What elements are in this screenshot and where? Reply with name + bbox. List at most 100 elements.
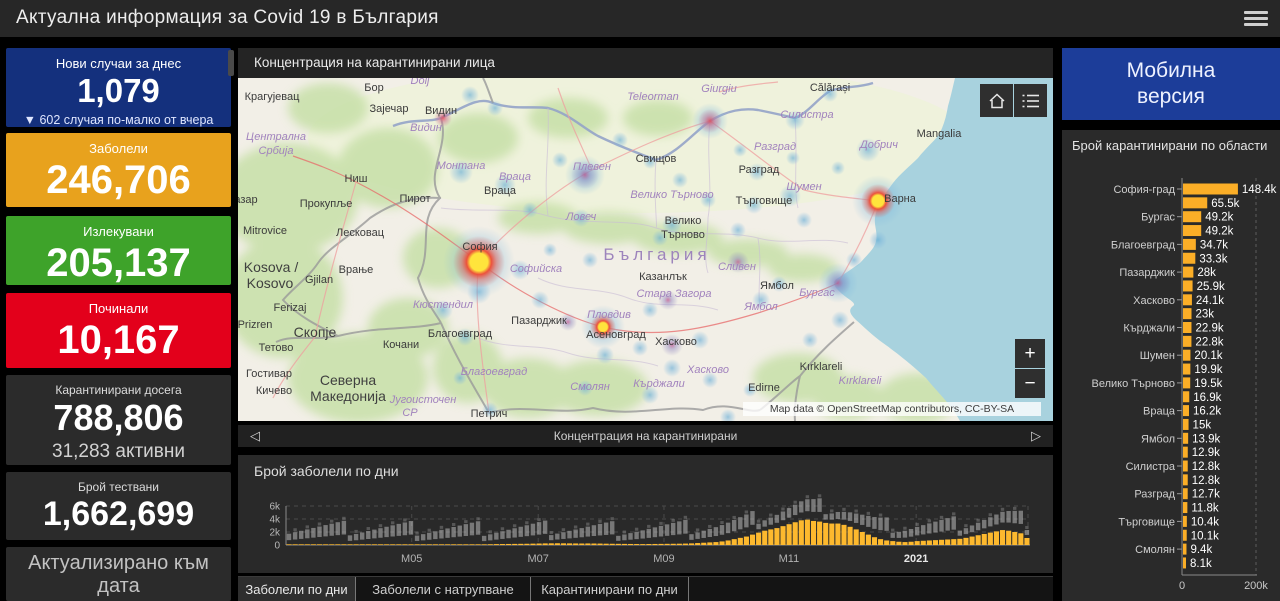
daily-bar[interactable]	[298, 544, 304, 545]
daily-bar[interactable]	[725, 540, 731, 545]
daily-bar[interactable]	[804, 519, 810, 545]
daily-bar[interactable]	[951, 539, 957, 545]
daily-bar[interactable]	[481, 544, 487, 545]
daily-bar[interactable]	[353, 544, 359, 545]
daily-bar[interactable]	[658, 543, 664, 545]
daily-bar[interactable]	[963, 537, 969, 545]
daily-bar[interactable]	[884, 540, 890, 545]
daily-bar[interactable]	[475, 544, 481, 545]
daily-bar[interactable]	[920, 540, 926, 545]
region-bar[interactable]	[1183, 225, 1202, 237]
daily-bar[interactable]	[597, 543, 603, 545]
daily-bar[interactable]	[536, 543, 542, 545]
daily-bar[interactable]	[829, 523, 835, 545]
daily-bar[interactable]	[390, 544, 396, 545]
daily-bar[interactable]	[554, 543, 560, 545]
carousel-next-icon[interactable]: ▷	[1019, 428, 1053, 444]
mobile-version-button[interactable]: Мобилна версия	[1062, 48, 1280, 120]
daily-bar[interactable]	[438, 544, 445, 545]
daily-bar[interactable]	[591, 543, 597, 545]
daily-bar[interactable]	[945, 539, 951, 545]
carousel-prev-icon[interactable]: ◁	[238, 428, 272, 444]
hamburger-menu-icon[interactable]	[1244, 8, 1270, 28]
daily-bar[interactable]	[896, 541, 902, 545]
daily-bar[interactable]	[347, 544, 353, 545]
daily-bar[interactable]	[847, 526, 853, 545]
daily-bar[interactable]	[902, 542, 908, 545]
daily-bar[interactable]	[341, 544, 347, 545]
daily-bar[interactable]	[908, 541, 914, 545]
region-bar[interactable]	[1183, 363, 1191, 375]
region-bar[interactable]	[1183, 349, 1191, 361]
region-bar[interactable]	[1183, 183, 1238, 195]
daily-bar[interactable]	[316, 544, 323, 545]
daily-bar[interactable]	[939, 539, 945, 545]
daily-bar[interactable]	[646, 544, 652, 545]
daily-bar[interactable]	[377, 544, 384, 545]
daily-bar[interactable]	[1024, 537, 1030, 545]
region-bar[interactable]	[1183, 308, 1192, 320]
daily-bar[interactable]	[609, 543, 615, 545]
region-bar[interactable]	[1183, 460, 1188, 472]
daily-bar[interactable]	[731, 539, 737, 545]
region-bar[interactable]	[1183, 211, 1202, 223]
daily-bar[interactable]	[762, 530, 768, 545]
daily-bar[interactable]	[664, 543, 670, 545]
daily-bar[interactable]	[798, 520, 804, 545]
daily-bar[interactable]	[713, 542, 719, 545]
daily-bar[interactable]	[420, 544, 426, 545]
tab-daily-quarantined[interactable]: Карантинирани по дни	[531, 577, 689, 601]
daily-bar[interactable]	[932, 540, 939, 545]
daily-bar[interactable]	[603, 543, 609, 545]
daily-bar[interactable]	[756, 532, 762, 545]
tab-daily-cases[interactable]: Заболели по дни	[238, 577, 355, 601]
daily-bar[interactable]	[335, 544, 341, 545]
region-bar[interactable]	[1183, 474, 1188, 486]
region-bar[interactable]	[1183, 294, 1192, 306]
daily-bar[interactable]	[737, 537, 743, 545]
daily-bar[interactable]	[329, 544, 335, 545]
region-bar[interactable]	[1183, 488, 1188, 500]
region-bar[interactable]	[1183, 252, 1196, 264]
region-bar[interactable]	[1183, 418, 1189, 430]
daily-bar[interactable]	[817, 521, 823, 545]
daily-bar[interactable]	[1000, 530, 1006, 545]
daily-bar[interactable]	[310, 544, 316, 545]
daily-bar[interactable]	[304, 544, 310, 545]
daily-bar[interactable]	[499, 544, 506, 545]
daily-bar[interactable]	[530, 543, 536, 545]
daily-bar[interactable]	[853, 529, 859, 545]
region-bar[interactable]	[1183, 543, 1187, 555]
daily-bar[interactable]	[695, 543, 701, 545]
tab-cumulative-cases[interactable]: Заболели с натрупване	[355, 577, 531, 601]
daily-bar[interactable]	[701, 542, 707, 545]
daily-bar[interactable]	[408, 544, 414, 545]
daily-bar[interactable]	[585, 543, 591, 545]
daily-bar[interactable]	[743, 536, 749, 545]
daily-bar[interactable]	[1006, 530, 1012, 545]
daily-bar[interactable]	[707, 542, 713, 545]
daily-bar[interactable]	[670, 543, 676, 545]
daily-bar[interactable]	[396, 544, 402, 545]
daily-bar[interactable]	[768, 529, 774, 545]
daily-bar[interactable]	[640, 544, 646, 545]
daily-bar[interactable]	[810, 520, 817, 545]
daily-bar[interactable]	[628, 543, 634, 545]
daily-bar[interactable]	[445, 544, 451, 545]
home-button[interactable]	[980, 84, 1013, 117]
daily-bar[interactable]	[560, 543, 567, 545]
daily-bar[interactable]	[634, 544, 640, 545]
daily-bar[interactable]	[688, 543, 695, 545]
daily-bar[interactable]	[682, 543, 688, 545]
daily-bar[interactable]	[1012, 532, 1018, 545]
region-bar[interactable]	[1183, 446, 1188, 458]
daily-bar[interactable]	[871, 537, 878, 545]
daily-bar[interactable]	[573, 543, 579, 545]
daily-bar[interactable]	[487, 544, 493, 545]
daily-bar[interactable]	[426, 544, 432, 545]
daily-bar[interactable]	[457, 544, 463, 545]
daily-bar[interactable]	[579, 543, 585, 545]
daily-bar[interactable]	[969, 536, 975, 545]
daily-bar[interactable]	[493, 544, 499, 545]
daily-bar[interactable]	[432, 544, 438, 545]
